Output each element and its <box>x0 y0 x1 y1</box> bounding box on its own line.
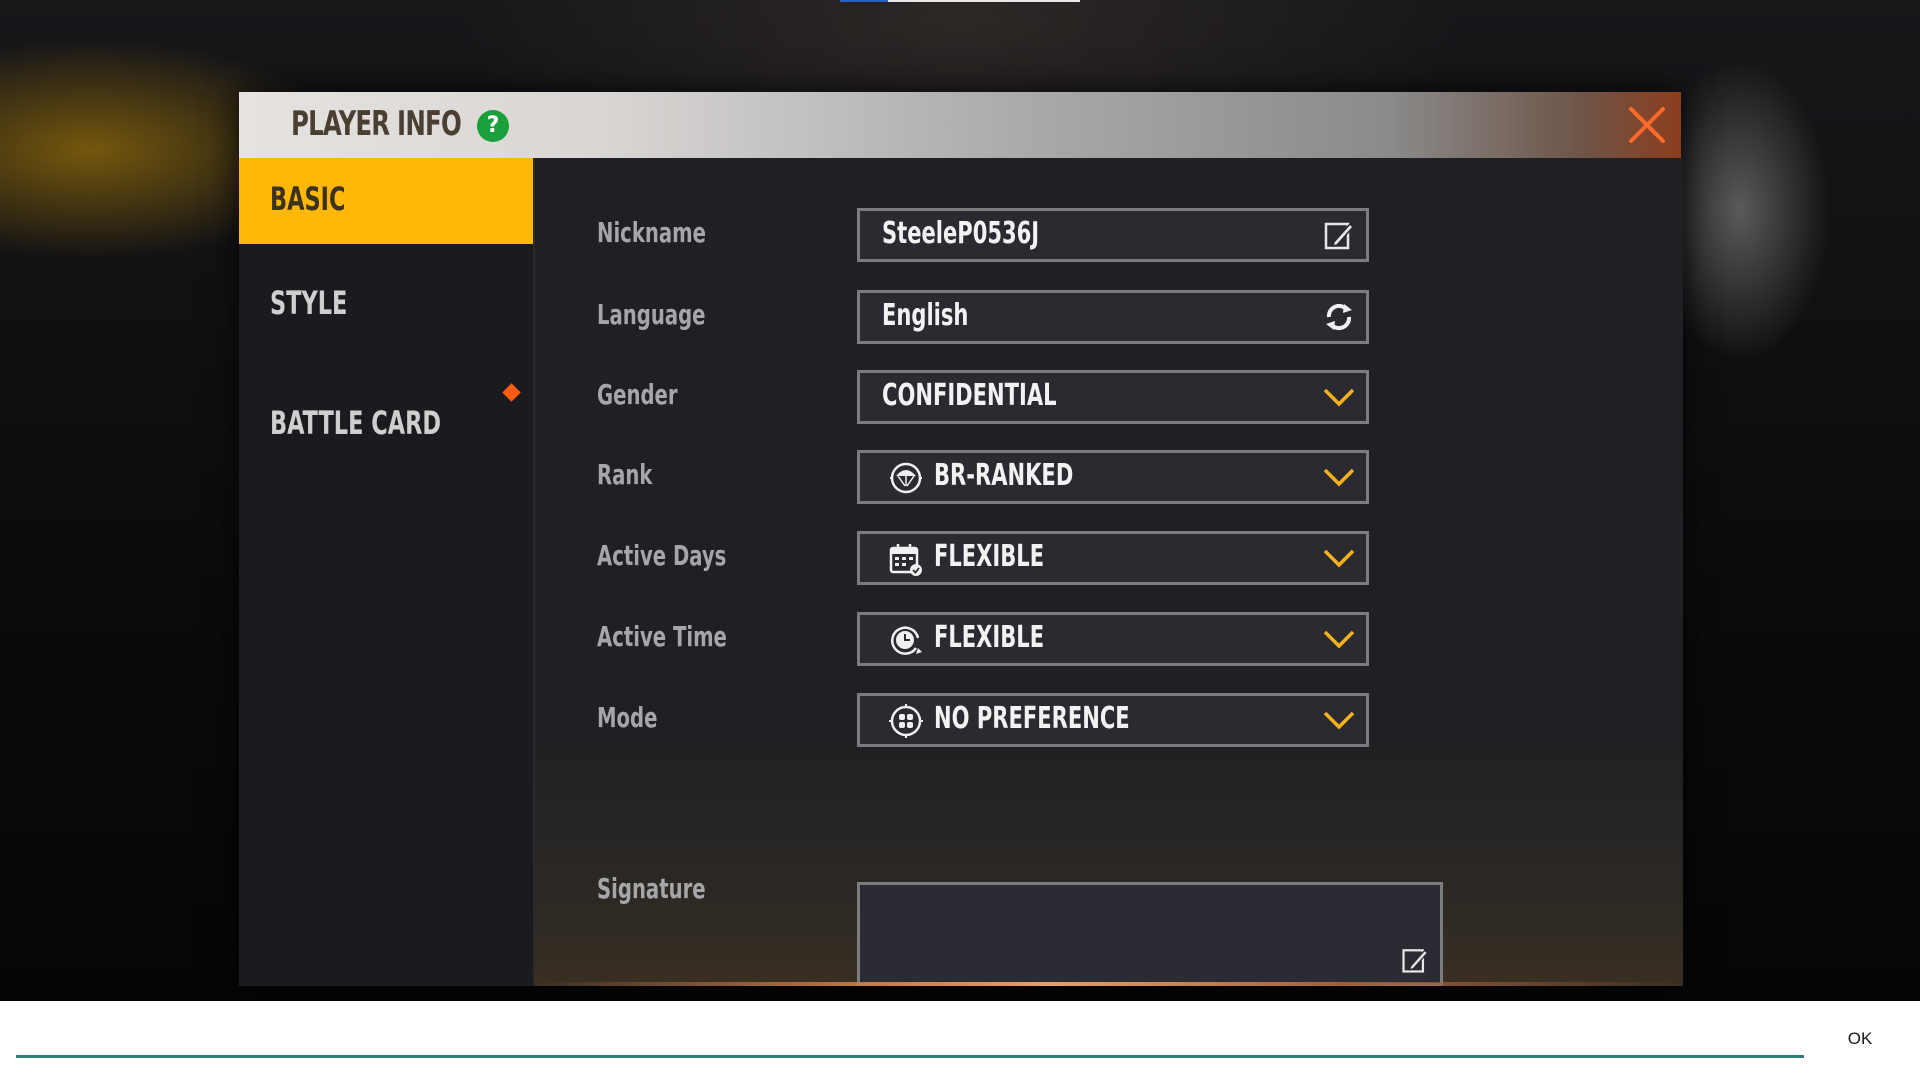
clock-icon <box>891 626 922 655</box>
signature-label: Signature <box>597 872 706 905</box>
rank-dropdown[interactable]: BR-RANKED <box>857 450 1369 504</box>
gender-value: CONFIDENTIAL <box>882 378 1057 413</box>
dialog-header: PLAYER INFO ? <box>239 92 1681 160</box>
nickname-value: SteeleP0536J <box>882 216 1040 251</box>
player-info-dialog: PLAYER INFO ? BASIC STYLE BATTLE CARD Ni… <box>239 92 1683 986</box>
mode-grid-icon <box>889 704 923 738</box>
basic-info-panel: Nickname SteeleP0536J Language English G… <box>533 158 1683 986</box>
language-label: Language <box>597 298 706 331</box>
edit-icon[interactable] <box>1322 218 1356 252</box>
rank-value: BR-RANKED <box>934 458 1074 493</box>
tab-style[interactable]: STYLE <box>239 268 533 338</box>
active-time-dropdown[interactable]: FLEXIBLE <box>857 612 1369 666</box>
tab-battle-card-label: BATTLE CARD <box>270 404 442 442</box>
language-value: English <box>882 298 969 333</box>
keyboard-input-bar: OK <box>0 1001 1920 1080</box>
edit-icon[interactable] <box>1400 945 1430 975</box>
refresh-icon[interactable] <box>1322 300 1356 334</box>
active-days-value: FLEXIBLE <box>934 539 1045 574</box>
tab-basic-label: BASIC <box>270 180 346 218</box>
parachute-icon <box>890 462 922 494</box>
mode-dropdown[interactable]: NO PREFERENCE <box>857 693 1369 747</box>
input-underline <box>16 1055 1804 1058</box>
mode-label: Mode <box>597 701 658 734</box>
active-time-label: Active Time <box>597 620 727 653</box>
top-progress-fill <box>840 0 888 2</box>
ok-button[interactable]: OK <box>1840 1029 1880 1053</box>
active-days-dropdown[interactable]: FLEXIBLE <box>857 531 1369 585</box>
close-x-icon <box>1629 107 1665 143</box>
calendar-icon <box>889 544 922 576</box>
language-field[interactable]: English <box>857 290 1369 344</box>
active-days-label: Active Days <box>597 539 727 572</box>
rank-label: Rank <box>597 458 653 491</box>
sidebar: BASIC STYLE BATTLE CARD <box>239 158 533 986</box>
chevron-down-icon <box>1323 468 1355 487</box>
chevron-down-icon <box>1323 630 1355 649</box>
tab-battle-card[interactable]: BATTLE CARD <box>239 382 533 458</box>
close-button[interactable] <box>1609 92 1681 158</box>
panel-bottom-glow <box>535 982 1683 986</box>
dialog-title: PLAYER INFO <box>291 104 462 144</box>
chevron-down-icon <box>1323 711 1355 730</box>
chevron-down-icon <box>1323 549 1355 568</box>
top-progress-strip <box>840 0 1080 2</box>
signature-textarea[interactable] <box>857 882 1443 986</box>
mode-value: NO PREFERENCE <box>934 701 1130 736</box>
chevron-down-icon <box>1323 388 1355 407</box>
tab-style-label: STYLE <box>270 284 348 322</box>
gender-dropdown[interactable]: CONFIDENTIAL <box>857 370 1369 424</box>
gender-label: Gender <box>597 378 678 411</box>
tab-basic[interactable]: BASIC <box>239 158 533 244</box>
keyboard-text-input[interactable] <box>16 1019 1804 1053</box>
nickname-label: Nickname <box>597 216 706 249</box>
help-icon[interactable]: ? <box>477 110 509 142</box>
nickname-field[interactable]: SteeleP0536J <box>857 208 1369 262</box>
active-time-value: FLEXIBLE <box>934 620 1045 655</box>
